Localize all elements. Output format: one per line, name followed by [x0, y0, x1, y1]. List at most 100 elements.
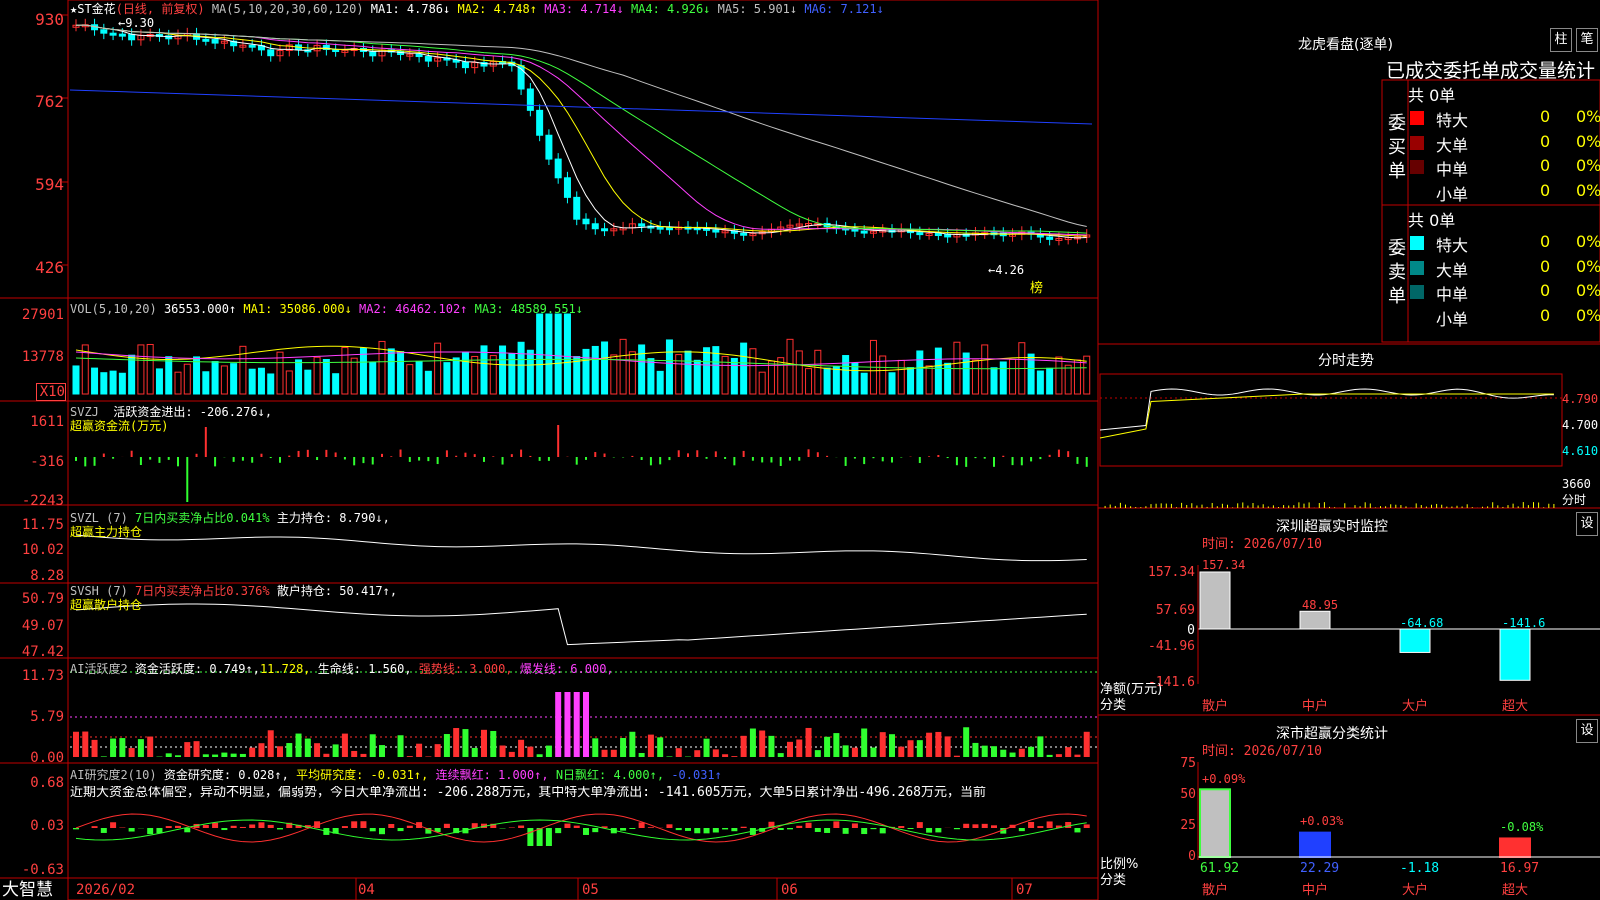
vol-bar — [415, 360, 423, 395]
ai1-bar — [1009, 752, 1016, 757]
vol-bar — [1009, 358, 1017, 395]
vol-bar — [740, 342, 748, 395]
ai1-bar — [100, 756, 107, 757]
ma4-value: MA4: 4.926↓ — [630, 2, 711, 16]
fl-bar-0 — [1199, 788, 1231, 858]
vol-bar — [387, 348, 395, 395]
vol-axis-0: 27901 — [21, 307, 64, 323]
ai2-bar — [564, 823, 571, 828]
ai2-bar — [731, 828, 738, 832]
ai1-bar — [722, 754, 729, 757]
vol-bar — [795, 350, 803, 395]
vol-bar — [350, 357, 358, 395]
candle-body — [712, 229, 720, 233]
ai1-bar — [1065, 747, 1072, 757]
svzl-axis-2: 8.28 — [30, 568, 64, 584]
svsh-sub: 超赢散户持仓 — [70, 598, 143, 612]
date-label-4: 07 — [1016, 882, 1033, 898]
ai1-bar — [777, 753, 784, 757]
ai2-bar — [861, 828, 868, 835]
sz-bar-1 — [1299, 610, 1331, 630]
svsh-axis-0: 50.79 — [21, 591, 64, 607]
ai2-bar — [647, 827, 654, 828]
ai2-bar — [1046, 821, 1053, 828]
fl-pct-2: -0.08% — [1500, 820, 1544, 834]
ai2-bar — [536, 828, 543, 846]
fl-val-2: -1.18 — [1400, 861, 1440, 876]
vol-bar — [285, 370, 293, 395]
fenshi-frame — [1099, 373, 1563, 467]
ai1-bar — [583, 692, 589, 757]
ai2-bar — [1074, 828, 1081, 833]
vol-bar — [545, 313, 553, 395]
ai1-bar — [443, 734, 450, 757]
ai2-bar — [805, 822, 812, 828]
vol-bar — [248, 368, 256, 395]
buy-label-0: 特大 — [1436, 111, 1469, 130]
vol-bar — [767, 360, 775, 395]
vol-bar — [591, 345, 599, 395]
dragon-tiger-mark[interactable]: 榜 — [1030, 282, 1043, 296]
vol-bar — [563, 313, 571, 395]
ai1-bar — [239, 753, 246, 757]
vol-bar — [1064, 364, 1072, 395]
ai2-bar — [935, 828, 942, 833]
vol-bar — [684, 350, 692, 395]
ai1-bar — [323, 753, 330, 757]
ai2-bar — [638, 822, 645, 828]
vol-ma3: MA3: 48589.551↓ — [474, 302, 584, 316]
ai2-bar — [712, 828, 719, 833]
vol-bar — [823, 367, 831, 395]
ai1-bar — [620, 737, 627, 757]
ai2-bar — [258, 822, 265, 828]
ai1-bar — [267, 730, 274, 757]
vol-bar — [832, 366, 840, 395]
ai1-bar — [1037, 736, 1044, 757]
ai1-bar — [379, 745, 385, 757]
ai2-bar — [583, 828, 589, 835]
vol-bar — [424, 370, 432, 395]
vol-bar — [619, 338, 627, 395]
svzl-line — [75, 534, 1087, 562]
ai1-bar — [508, 751, 515, 757]
candle-body — [851, 228, 859, 232]
column-view-button[interactable]: 柱 — [1550, 28, 1572, 52]
buy-pct-1: 0% — [1576, 131, 1600, 151]
ai2-bar — [620, 828, 627, 831]
vol-bar — [925, 365, 933, 395]
candle-body — [563, 177, 571, 198]
vol-bar — [109, 370, 117, 395]
ma5-value: MA5: 5.901↓ — [717, 2, 798, 16]
ma-line-2 — [75, 24, 1087, 236]
fenshi-avg — [1099, 393, 1554, 439]
ai1-bar — [545, 745, 552, 757]
ai2-axis-1: 0.03 — [30, 818, 64, 834]
buy-count-3: 0 — [1540, 180, 1551, 200]
fl-axis-1: 50 — [1180, 787, 1196, 802]
ai1-bar — [202, 754, 209, 757]
fl-cat-1: 中户 — [1302, 883, 1329, 898]
sz-axis-2: 0 — [1187, 623, 1195, 638]
stat-title: 已成交委托单成交量统计 — [1386, 60, 1596, 82]
sz-settings-button[interactable]: 设 — [1576, 512, 1598, 536]
vol-bar — [907, 367, 915, 395]
ai1-bar — [341, 733, 348, 757]
ma1-value: MA1: 4.786↓ — [370, 2, 451, 16]
sell-color-1 — [1410, 260, 1424, 275]
ai2-bar — [212, 822, 219, 828]
ai2-bar — [360, 821, 367, 828]
ai1-bar — [286, 743, 293, 757]
buy-count-2: 0 — [1540, 156, 1551, 175]
ai2-bar — [397, 828, 404, 832]
ai1-axis-1: 5.79 — [30, 709, 64, 725]
tick-view-button[interactable]: 笔 — [1576, 28, 1598, 52]
ai1-bar — [768, 735, 775, 757]
chart-canvas[interactable] — [0, 0, 1600, 900]
fl-cat-3: 超大 — [1502, 883, 1529, 898]
ai1-bar — [184, 742, 191, 757]
ma-line-1 — [75, 24, 1087, 237]
sz-bar-3 — [1499, 628, 1531, 681]
fl-val-3: 16.97 — [1500, 861, 1540, 876]
ai1-bar — [555, 692, 562, 757]
fl-settings-button[interactable]: 设 — [1576, 719, 1598, 743]
